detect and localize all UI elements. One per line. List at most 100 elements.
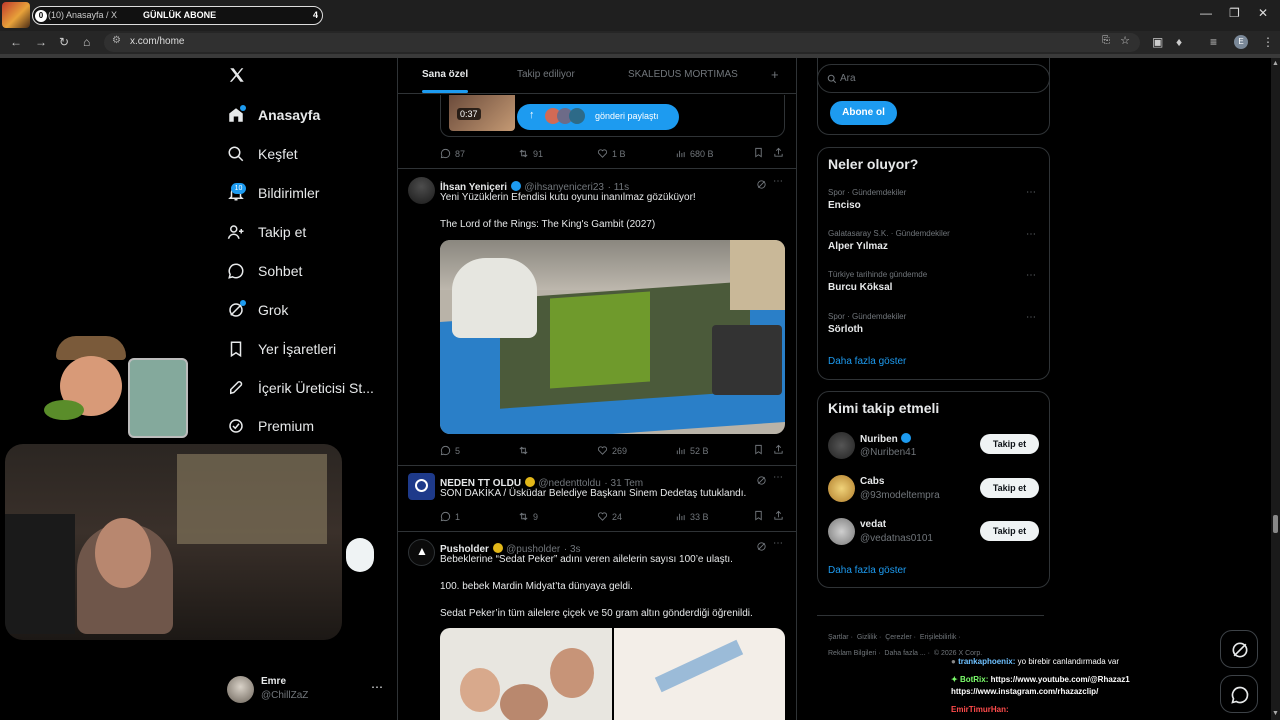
like-action[interactable]: 1 B bbox=[597, 148, 626, 159]
trends-title: Neler oluyor? bbox=[828, 156, 919, 172]
tab-title: (10) Anasayfa / X bbox=[48, 10, 118, 20]
more-icon[interactable]: ⋯ bbox=[773, 472, 783, 483]
tab-list[interactable]: SKALEDUS MORTIMAS bbox=[628, 69, 738, 80]
nav-item-grok[interactable]: Grok bbox=[227, 295, 288, 325]
like-action[interactable]: 24 bbox=[597, 511, 622, 522]
tweet-image-right[interactable] bbox=[614, 628, 785, 720]
grok-dot bbox=[240, 300, 246, 306]
more-icon[interactable]: ⋯ bbox=[1026, 312, 1036, 323]
tweet-image-left[interactable] bbox=[440, 628, 612, 720]
repost-count: 91 bbox=[533, 148, 544, 159]
nav-item-premium[interactable]: Premium bbox=[227, 411, 314, 441]
trends-show-more-link[interactable]: Daha fazla göster bbox=[828, 356, 906, 367]
profile-avatar[interactable]: E bbox=[1234, 35, 1248, 49]
grok-icon[interactable] bbox=[756, 178, 767, 193]
add-tab-icon[interactable]: + bbox=[771, 67, 779, 82]
share-icon[interactable] bbox=[773, 444, 788, 455]
repost-action[interactable]: 9 bbox=[518, 511, 538, 522]
grok-fab[interactable] bbox=[1220, 630, 1258, 668]
browser-tab[interactable]: 0 (10) Anasayfa / X GÜNLÜK ABONE 4 bbox=[32, 6, 323, 25]
who-show-more-link[interactable]: Daha fazla göster bbox=[828, 565, 906, 576]
nav-item-creator-studio[interactable]: İçerik Üreticisi St... bbox=[227, 373, 374, 403]
heart-icon bbox=[597, 512, 608, 521]
post-button[interactable] bbox=[346, 538, 374, 572]
tab-following[interactable]: Takip ediliyor bbox=[517, 69, 575, 80]
search-icon bbox=[827, 74, 837, 84]
repost-action[interactable] bbox=[518, 445, 533, 456]
star-icon[interactable]: ☆ bbox=[1120, 34, 1130, 47]
views-action[interactable]: 680 B bbox=[675, 148, 714, 159]
bookmark-icon[interactable] bbox=[753, 510, 768, 521]
follow-button[interactable]: Takip et bbox=[980, 521, 1039, 541]
forward-icon[interactable]: → bbox=[35, 35, 47, 49]
trend-name: Sörloth bbox=[828, 324, 863, 335]
more-icon[interactable]: ⋯ bbox=[1026, 229, 1036, 240]
more-icon[interactable]: ⋯ bbox=[1026, 270, 1036, 281]
messages-fab[interactable] bbox=[1220, 675, 1258, 713]
bookmark-icon[interactable] bbox=[753, 147, 768, 158]
share-icon[interactable] bbox=[773, 147, 788, 158]
user-name: vedat bbox=[860, 519, 887, 530]
minimize-icon[interactable]: — bbox=[1200, 6, 1212, 20]
repost-action[interactable]: 91 bbox=[518, 148, 543, 159]
footer-link-accessibility[interactable]: Erişilebilirlik bbox=[920, 634, 957, 641]
x-logo[interactable] bbox=[228, 66, 246, 87]
reply-action[interactable]: 87 bbox=[440, 148, 465, 159]
nav-item-follow[interactable]: Takip et bbox=[227, 217, 306, 247]
follow-button[interactable]: Takip et bbox=[980, 434, 1039, 454]
install-icon[interactable]: ⎘ bbox=[1102, 35, 1110, 46]
follow-button[interactable]: Takip et bbox=[980, 478, 1039, 498]
home-browser-icon[interactable]: ⌂ bbox=[83, 35, 90, 49]
more-icon[interactable]: ⋯ bbox=[773, 538, 783, 549]
nav-item-explore[interactable]: Keşfet bbox=[227, 139, 298, 169]
extensions-icon[interactable]: ♦ bbox=[1176, 35, 1182, 49]
reload-icon[interactable]: ↻ bbox=[59, 35, 69, 49]
views-action[interactable]: 52 B bbox=[675, 445, 709, 456]
nav-item-bookmarks[interactable]: Yer İşaretleri bbox=[227, 334, 336, 364]
more-icon[interactable]: ⋯ bbox=[773, 176, 783, 187]
reading-list-icon[interactable]: ≡ bbox=[1210, 35, 1217, 49]
scroll-down-icon[interactable]: ▼ bbox=[1272, 710, 1279, 717]
cast-icon[interactable]: ▣ bbox=[1152, 35, 1163, 49]
more-icon[interactable]: ⋯ bbox=[1026, 187, 1036, 198]
footer-link-privacy[interactable]: Gizlilik bbox=[857, 634, 877, 641]
footer-divider bbox=[817, 615, 1044, 616]
menu-icon[interactable]: ⋮ bbox=[1262, 35, 1274, 49]
search-box[interactable]: Ara bbox=[817, 64, 1050, 93]
subscribe-button[interactable]: Abone ol bbox=[830, 101, 897, 125]
grok-icon[interactable] bbox=[756, 474, 767, 489]
nav-item-chat[interactable]: Sohbet bbox=[227, 256, 302, 286]
reply-icon bbox=[440, 445, 451, 456]
close-icon[interactable]: ✕ bbox=[1258, 6, 1268, 20]
view-count: 33 B bbox=[690, 511, 709, 522]
footer-link-terms[interactable]: Şartlar bbox=[828, 634, 849, 641]
user-name: Cabs bbox=[860, 476, 885, 487]
reply-action[interactable]: 5 bbox=[440, 445, 460, 456]
share-icon[interactable] bbox=[773, 510, 788, 521]
site-info-icon[interactable]: ⚙ bbox=[112, 35, 121, 46]
bookmark-icon[interactable] bbox=[753, 444, 768, 455]
scrollbar-track[interactable] bbox=[1271, 58, 1280, 720]
tweet-image-boardgame[interactable] bbox=[440, 240, 785, 434]
back-icon[interactable]: ← bbox=[10, 35, 22, 49]
footer-link-more[interactable]: Daha fazla ... bbox=[884, 650, 925, 657]
account-switcher[interactable]: Emre @ChillZaZ ⋯ bbox=[227, 674, 387, 706]
like-action[interactable]: 269 bbox=[597, 445, 627, 456]
trend-meta: Spor · Gündemdekiler bbox=[828, 188, 907, 197]
webcam-overlay bbox=[5, 444, 342, 640]
prev-tweet-card[interactable]: 0:37 ↑ gönderi paylaştı bbox=[440, 95, 785, 137]
reply-action[interactable]: 1 bbox=[440, 511, 460, 522]
trend-meta: Spor · Gündemdekiler bbox=[828, 312, 907, 321]
view-count: 52 B bbox=[690, 445, 709, 456]
scrollbar-thumb[interactable] bbox=[1273, 515, 1278, 533]
footer-link-ads[interactable]: Reklam Bilgileri bbox=[828, 650, 876, 657]
scroll-up-icon[interactable]: ▲ bbox=[1272, 60, 1279, 67]
url-field[interactable]: ⚙ x.com/home ⎘ ☆ bbox=[104, 33, 1140, 52]
grok-icon[interactable] bbox=[756, 540, 767, 555]
share-pill[interactable]: ↑ gönderi paylaştı bbox=[517, 104, 679, 130]
views-action[interactable]: 33 B bbox=[675, 511, 709, 522]
daily-sub-count: 4 bbox=[312, 10, 318, 20]
maximize-icon[interactable]: ❐ bbox=[1229, 6, 1240, 20]
tab-for-you[interactable]: Sana özel bbox=[422, 69, 468, 80]
footer-link-cookies[interactable]: Çerezler bbox=[885, 634, 911, 641]
